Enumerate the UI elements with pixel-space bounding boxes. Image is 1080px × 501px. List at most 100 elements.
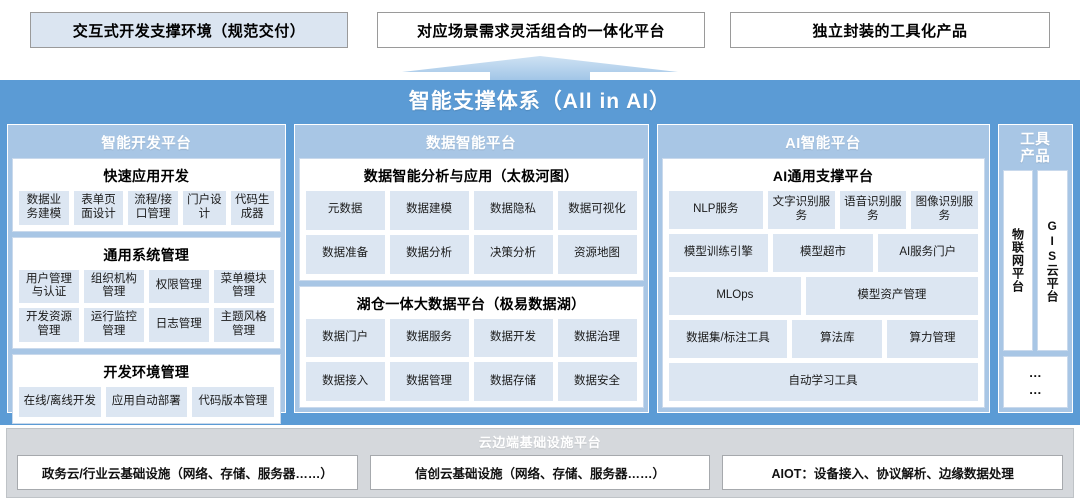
top-callout-label-0: 交互式开发支撑环境（规范交付）: [72, 22, 306, 40]
cell-item[interactable]: 资源地图: [557, 234, 637, 274]
cell-item[interactable]: 数据业务建模: [19, 191, 69, 225]
group-title-lakehouse-bigdata: 湖仓一体大数据平台（极易数据湖）: [356, 295, 586, 312]
bottom-box-aiot[interactable]: AIOT：设备接入、协议解析、边缘数据处理: [722, 455, 1064, 490]
cell-item[interactable]: MLOps: [668, 277, 802, 315]
cell-row: 数据准备 数据分析 决策分析 资源地图: [305, 234, 637, 274]
cell-row: 在线/离线开发 应用自动部署 代码版本管理: [19, 386, 274, 417]
cell-item[interactable]: 数据管理: [389, 362, 469, 401]
top-callout-label-1: 对应场景需求灵活组合的一体化平台: [416, 22, 665, 40]
panel-title-data: 数据智能平台: [426, 136, 517, 152]
cell-item[interactable]: 数据集/标注工具: [668, 320, 788, 358]
panel-title-tools-line1: 工具: [1020, 132, 1051, 148]
cell-item[interactable]: 数据接入: [305, 362, 385, 401]
group-title-ai-general-support: AI通用支撑平台: [772, 168, 874, 184]
cell-item[interactable]: 数据分析: [389, 234, 469, 274]
cell-item[interactable]: 权限管理: [148, 269, 209, 304]
cell-item[interactable]: 表单页面设计: [73, 191, 124, 225]
cell-item[interactable]: 模型训练引擎: [668, 234, 769, 272]
cell-item[interactable]: 代码生成器: [230, 191, 274, 225]
cell-item[interactable]: 开发资源管理: [19, 308, 79, 342]
cell-item[interactable]: 自动学习工具: [668, 363, 978, 401]
cell-item[interactable]: 元数据: [305, 191, 385, 230]
panel-title-dev: 智能开发平台: [101, 136, 192, 152]
cell-item[interactable]: 数据存储: [473, 362, 553, 401]
cell-item[interactable]: 文字识别服务: [768, 191, 835, 229]
group-title-dev-env-mgmt: 开发环境管理: [103, 363, 190, 380]
panel-ai-platform[interactable]: AI智能平台 AI通用支撑平台 NLP服务 文字识别服务 语音识别服务 图像识别…: [656, 124, 990, 413]
cell-item[interactable]: 门户设计: [182, 191, 226, 225]
cell-item[interactable]: NLP服务: [668, 191, 764, 229]
cloud-edge-infrastructure-section: 云边端基础设施平台 政务云/行业云基础设施（网络、存储、服务器……） 信创云基础…: [6, 428, 1074, 498]
group-title-rapid-app-dev: 快速应用开发: [103, 168, 190, 184]
cell-item[interactable]: 算力管理: [887, 320, 978, 358]
group-dev-env-mgmt: 开发环境管理 在线/离线开发 应用自动部署 代码版本管理: [12, 353, 281, 424]
cell-item[interactable]: 菜单模块管理: [213, 269, 274, 304]
cell-item[interactable]: 应用自动部署: [105, 386, 188, 417]
group-common-system-mgmt: 通用系统管理 用户管理与认证 组织机构管理 权限管理 菜单模块管理 开发资源管理…: [12, 236, 281, 349]
panel-intelligent-dev-platform[interactable]: 智能开发平台 快速应用开发 数据业务建模 表单页面设计 流程/接口管理 门户设计…: [7, 124, 286, 424]
bottom-box-row: 政务云/行业云基础设施（网络、存储、服务器……） 信创云基础设施（网络、存储、服…: [7, 455, 1073, 497]
cell-row: 模型训练引擎 模型超市 AI服务门户: [668, 234, 978, 272]
group-title-data-analysis-app: 数据智能分析与应用（太极河图）: [363, 168, 579, 184]
cell-row: 元数据 数据建模 数据隐私 数据可视化: [305, 191, 637, 230]
cell-item[interactable]: 在线/离线开发: [19, 386, 101, 417]
cell-item[interactable]: 数据准备: [305, 234, 385, 274]
cell-row: 用户管理与认证 组织机构管理 权限管理 菜单模块管理: [19, 269, 274, 304]
cell-item[interactable]: 流程/接口管理: [128, 191, 178, 225]
top-callout-box-0[interactable]: 交互式开发支撑环境（规范交付）: [30, 12, 348, 48]
cell-row: NLP服务 文字识别服务 语音识别服务 图像识别服务: [668, 191, 978, 229]
panel-title-tools: 工具 产品: [1003, 129, 1068, 170]
top-callout-label-2: 独立封装的工具化产品: [812, 22, 968, 40]
up-arrow-connector: [400, 54, 680, 82]
main-panel-title: 智能支撑体系（All in AI）: [408, 90, 672, 113]
cell-item[interactable]: AI服务门户: [877, 234, 978, 272]
cell-item[interactable]: 数据门户: [305, 318, 385, 358]
top-callout-row: 交互式开发支撑环境（规范交付） 对应场景需求灵活组合的一体化平台 独立封装的工具…: [0, 0, 1080, 56]
tool-item-gis-cloud-platform[interactable]: GIS云平台: [1037, 170, 1068, 351]
group-ai-general-support: AI通用支撑平台 NLP服务 文字识别服务 语音识别服务 图像识别服务 模型训练…: [661, 158, 985, 408]
bottom-box-gov-cloud[interactable]: 政务云/行业云基础设施（网络、存储、服务器……）: [17, 455, 358, 490]
panel-title-ai: AI智能平台: [785, 136, 861, 152]
bottom-section-title: 云边端基础设施平台: [478, 435, 602, 450]
cell-item[interactable]: 代码版本管理: [192, 386, 274, 417]
cell-item[interactable]: 运行监控管理: [83, 308, 144, 342]
cell-item[interactable]: 图像识别服务: [911, 191, 978, 229]
cell-row: 数据接入 数据管理 数据存储 数据安全: [305, 362, 637, 401]
top-callout-box-2[interactable]: 独立封装的工具化产品: [730, 12, 1050, 48]
bottom-box-xinchuang-cloud[interactable]: 信创云基础设施（网络、存储、服务器……）: [369, 455, 711, 490]
cell-item[interactable]: 数据可视化: [557, 191, 637, 230]
cell-item[interactable]: 用户管理与认证: [19, 269, 79, 304]
cell-item[interactable]: 数据安全: [557, 362, 637, 401]
group-rapid-app-dev: 快速应用开发 数据业务建模 表单页面设计 流程/接口管理 门户设计 代码生成器: [12, 158, 281, 232]
cell-item[interactable]: 模型超市: [773, 234, 873, 272]
diagram-root: 交互式开发支撑环境（规范交付） 对应场景需求灵活组合的一体化平台 独立封装的工具…: [0, 0, 1080, 501]
cell-row: MLOps 模型资产管理: [668, 277, 978, 315]
cell-row: 数据集/标注工具 算法库 算力管理: [668, 320, 978, 358]
cell-item[interactable]: 数据服务: [389, 318, 469, 358]
panel-tool-products[interactable]: 工具 产品 物联网平台 GIS云平台 ……: [997, 124, 1073, 413]
cell-item[interactable]: 语音识别服务: [839, 191, 907, 229]
group-lakehouse-bigdata: 湖仓一体大数据平台（极易数据湖） 数据门户 数据服务 数据开发 数据治理 数据接…: [298, 285, 644, 408]
cell-item[interactable]: 算法库: [792, 320, 883, 358]
cell-item[interactable]: 主题风格管理: [213, 308, 274, 342]
cell-item[interactable]: 模型资产管理: [806, 277, 978, 315]
cell-row: 数据门户 数据服务 数据开发 数据治理: [305, 318, 637, 358]
cell-item[interactable]: 组织机构管理: [83, 269, 144, 304]
cell-item[interactable]: 数据治理: [557, 318, 637, 358]
cell-item[interactable]: 决策分析: [473, 234, 553, 274]
platform-columns: 智能开发平台 快速应用开发 数据业务建模 表单页面设计 流程/接口管理 门户设计…: [0, 124, 1080, 424]
group-title-common-system-mgmt: 通用系统管理: [103, 246, 190, 263]
cell-row: 数据业务建模 表单页面设计 流程/接口管理 门户设计 代码生成器: [19, 191, 274, 225]
cell-row: 开发资源管理 运行监控管理 日志管理 主题风格管理: [19, 308, 274, 342]
cell-item[interactable]: 数据建模: [389, 191, 469, 230]
cell-row: 自动学习工具: [668, 363, 978, 401]
cell-item[interactable]: 日志管理: [148, 308, 209, 342]
tool-item-iot-platform[interactable]: 物联网平台: [1002, 170, 1034, 351]
cell-item[interactable]: 数据开发: [473, 318, 553, 358]
main-platform-panel: 智能支撑体系（All in AI） 智能开发平台 快速应用开发 数据业务建模 表…: [0, 80, 1080, 425]
top-callout-box-1[interactable]: 对应场景需求灵活组合的一体化平台: [377, 12, 705, 48]
cell-item[interactable]: 数据隐私: [473, 191, 553, 230]
up-arrow-shape: [402, 56, 678, 82]
panel-data-intelligence-platform[interactable]: 数据智能平台 数据智能分析与应用（太极河图） 元数据 数据建模 数据隐私 数据可…: [293, 124, 649, 413]
tool-item-more[interactable]: ……: [1002, 356, 1068, 408]
